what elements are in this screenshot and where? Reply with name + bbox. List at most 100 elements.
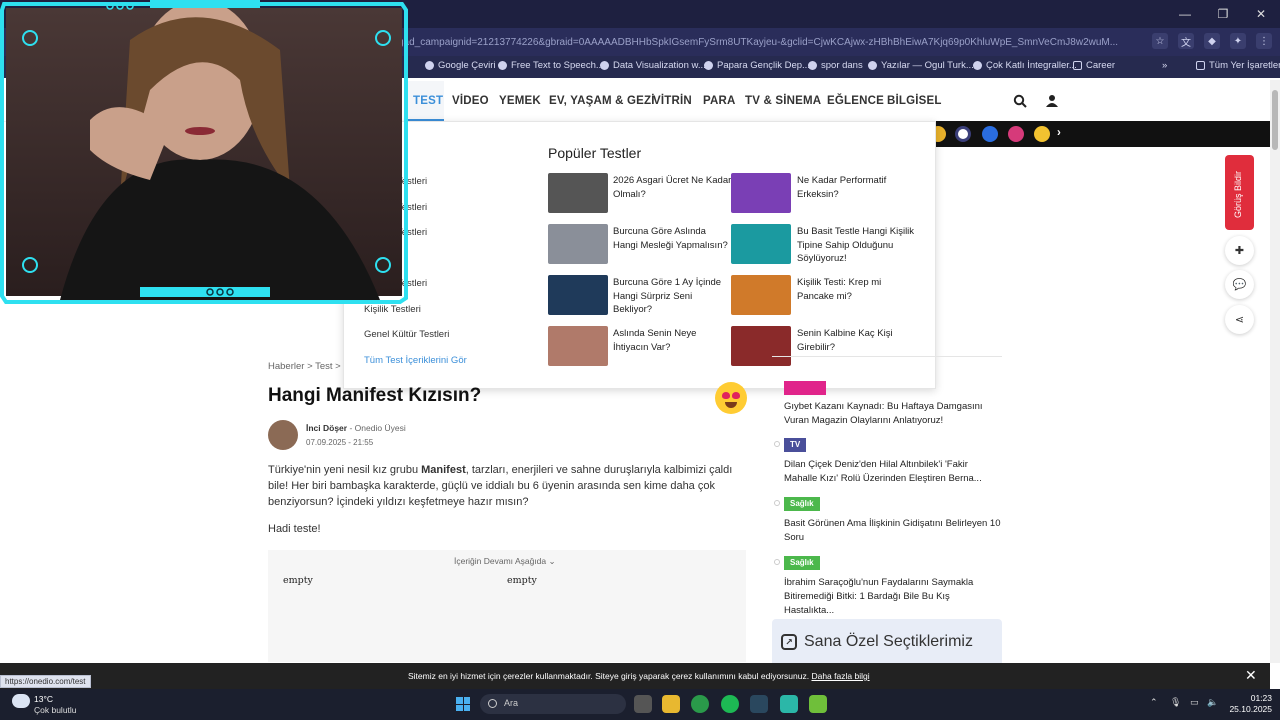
category-icon[interactable] xyxy=(982,126,998,142)
nav-ev-yasam[interactable]: EV, YAŞAM & GEZİ xyxy=(549,95,655,107)
test-thumbnail[interactable] xyxy=(731,275,791,315)
minimize-icon[interactable]: — xyxy=(1166,0,1204,28)
app-icon[interactable] xyxy=(809,695,827,713)
bookmark-folder[interactable]: Career xyxy=(1073,60,1115,71)
test-thumbnail[interactable] xyxy=(731,326,791,366)
menu-link-all-tests[interactable]: Tüm Test İçeriklerini Gör xyxy=(364,355,467,366)
steam-icon[interactable] xyxy=(750,695,768,713)
bookmark[interactable]: Papara Gençlik Dep... xyxy=(704,60,810,71)
menu-link-kisilik[interactable]: Kişilik Testleri xyxy=(364,304,421,315)
comments-icon[interactable]: 💬 xyxy=(1225,270,1254,299)
nav-bilgisel[interactable]: BİLGİSEL xyxy=(887,95,942,107)
news-tag[interactable]: Sağlık xyxy=(784,556,820,570)
bookmark[interactable]: Yazılar — Ogul Turk... xyxy=(868,60,974,71)
bookmark[interactable]: Çok Katlı İntegraller... xyxy=(973,60,1077,71)
nav-video[interactable]: VİDEO xyxy=(452,95,489,107)
test-thumbnail[interactable] xyxy=(548,173,608,213)
test-thumbnail[interactable] xyxy=(548,326,608,366)
news-item[interactable]: Dilan Çiçek Deniz'den Hilal Altınbilek'i… xyxy=(784,458,1002,486)
globe-icon xyxy=(973,61,982,70)
chrome-icon[interactable] xyxy=(691,695,709,713)
test-thumbnail[interactable] xyxy=(548,275,608,315)
news-item[interactable]: Basit Görünen Ama İlişkinin Gidişatını B… xyxy=(784,517,1002,545)
clock[interactable]: 01:23 25.10.2025 xyxy=(1228,693,1272,715)
extension-icon[interactable]: ◆ xyxy=(1204,33,1220,49)
translate-icon[interactable]: 文 xyxy=(1178,33,1194,49)
news-item[interactable]: İbrahim Saraçoğlu'nun Faydalarını Saymak… xyxy=(784,576,1002,618)
bookmark[interactable]: Data Visualization w... xyxy=(600,60,706,71)
test-thumbnail[interactable] xyxy=(731,224,791,264)
test-link[interactable]: Senin Kalbine Kaç Kişi Girebilir? xyxy=(797,327,917,354)
nav-tv-sinema[interactable]: TV & SİNEMA xyxy=(745,95,821,107)
nav-eglence[interactable]: EĞLENCE xyxy=(827,95,884,107)
nav-para[interactable]: PARA xyxy=(703,95,736,107)
network-icon[interactable]: ▭ xyxy=(1190,697,1199,708)
feedback-button[interactable]: Görüş Bildir xyxy=(1225,155,1254,230)
category-icon[interactable] xyxy=(1034,126,1050,142)
news-item[interactable]: Gıybet Kazanı Kaynadı: Bu Haftaya Damgas… xyxy=(784,400,1002,428)
test-link[interactable]: Aslında Senin Neye İhtiyacın Var? xyxy=(613,327,733,354)
restore-icon[interactable]: ❐ xyxy=(1204,0,1242,28)
nav-test[interactable]: TEST xyxy=(413,95,443,107)
article-intro: Türkiye'nin yeni nesil kız grubu Manifes… xyxy=(268,464,733,508)
file-explorer-icon[interactable] xyxy=(662,695,680,713)
scrollbar-thumb[interactable] xyxy=(1272,90,1278,150)
test-link[interactable]: 2026 Asgari Ücret Ne Kadar Olmalı? xyxy=(613,174,733,201)
test-link[interactable]: Kişilik Testi: Krep mi Pancake mi? xyxy=(797,276,917,303)
news-tag[interactable] xyxy=(784,381,826,395)
menu-link-genel-kultur[interactable]: Genel Kültür Testleri xyxy=(364,329,449,340)
close-icon[interactable]: ✕ xyxy=(1245,667,1257,684)
cloud-icon[interactable] xyxy=(12,694,30,708)
folder-icon xyxy=(1073,61,1082,70)
test-link[interactable]: Ne Kadar Performatif Erkeksin? xyxy=(797,174,917,201)
category-icon[interactable] xyxy=(955,126,971,142)
windows-start-icon[interactable] xyxy=(456,697,470,711)
scrollbar[interactable] xyxy=(1270,80,1280,663)
category-icon[interactable] xyxy=(1008,126,1024,142)
bookmarks-overflow[interactable]: » xyxy=(1162,60,1167,71)
avatar[interactable] xyxy=(268,420,298,450)
webcam-overlay xyxy=(0,0,408,304)
breadcrumb[interactable]: Haberler > Test > xyxy=(268,361,341,372)
test-thumbnail[interactable] xyxy=(548,224,608,264)
search-icon[interactable] xyxy=(1013,94,1027,108)
chevron-right-icon[interactable]: › xyxy=(1057,127,1061,139)
author-role: - Onedio Üyesi xyxy=(349,423,406,433)
share-icon[interactable]: ⋖ xyxy=(1225,305,1254,334)
volume-icon[interactable]: 🔈 xyxy=(1207,697,1218,708)
globe-icon xyxy=(868,61,877,70)
menu-icon[interactable]: ⋮ xyxy=(1256,33,1272,49)
test-link[interactable]: Burcuna Göre Aslında Hangi Mesleği Yapma… xyxy=(613,225,733,252)
author-name[interactable]: İnci Döşer xyxy=(306,423,347,433)
bookmark-add-icon[interactable]: ✚ xyxy=(1225,236,1254,265)
all-bookmarks[interactable]: Tüm Yer İşaretleri xyxy=(1196,60,1280,71)
test-thumbnail[interactable] xyxy=(731,173,791,213)
taskbar-search[interactable]: Ara xyxy=(480,694,626,714)
heart-eyes-emoji-icon[interactable] xyxy=(715,382,747,414)
status-url: https://onedio.com/test xyxy=(0,675,91,688)
bookmark[interactable]: spor dans xyxy=(808,60,863,71)
puzzle-icon[interactable]: ✦ xyxy=(1230,33,1246,49)
user-icon[interactable] xyxy=(1045,94,1059,108)
close-icon[interactable]: ✕ xyxy=(1242,0,1280,28)
continue-reading-label[interactable]: İçeriğin Devamı Aşağıda ⌄ xyxy=(454,556,556,567)
task-view-icon[interactable] xyxy=(634,695,652,713)
address-bar[interactable]: gad_campaignid=21213774226&gbraid=0AAAAA… xyxy=(398,37,1118,48)
nav-vitrin[interactable]: VİTRİN xyxy=(653,95,692,107)
star-icon[interactable]: ☆ xyxy=(1152,33,1168,49)
bookmark[interactable]: Google Çeviri xyxy=(425,60,496,71)
spotify-icon[interactable] xyxy=(721,695,739,713)
app-icon[interactable] xyxy=(780,695,798,713)
cookie-more-link[interactable]: Daha fazla bilgi xyxy=(811,671,869,681)
microphone-icon[interactable]: 🎙 xyxy=(1170,697,1181,708)
news-tag[interactable]: TV xyxy=(784,438,807,452)
weather-status[interactable]: Çok bulutlu xyxy=(34,705,77,715)
news-tag[interactable]: Sağlık xyxy=(784,497,820,511)
nav-yemek[interactable]: YEMEK xyxy=(499,95,541,107)
weather-temp[interactable]: 13°C xyxy=(34,694,53,704)
chevron-up-icon[interactable]: ⌃ xyxy=(1150,697,1158,708)
test-link[interactable]: Bu Basit Testle Hangi Kişilik Tipine Sah… xyxy=(797,225,917,266)
test-link[interactable]: Burcuna Göre 1 Ay İçinde Hangi Sürpriz S… xyxy=(613,276,733,317)
divider xyxy=(772,356,1002,357)
bookmark[interactable]: Free Text to Speech... xyxy=(498,60,604,71)
